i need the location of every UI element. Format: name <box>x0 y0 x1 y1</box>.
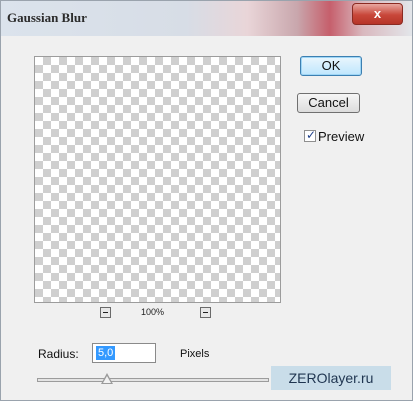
close-button[interactable]: x <box>352 3 403 25</box>
preview-label: Preview <box>318 129 365 144</box>
radius-unit-label: Pixels <box>180 348 210 360</box>
radius-label: Radius: <box>38 347 79 361</box>
title-bar[interactable]: Gaussian Blur x <box>1 1 412 36</box>
preview-canvas[interactable] <box>34 56 281 303</box>
watermark: ZEROlayer.ru <box>271 366 391 390</box>
checkmark-icon: ✓ <box>306 128 317 142</box>
close-icon: x <box>373 6 382 21</box>
ok-button[interactable]: OK <box>300 56 362 76</box>
radius-slider-track[interactable] <box>37 378 269 382</box>
cancel-button[interactable]: Cancel <box>297 93 360 113</box>
radius-input[interactable]: 5,0 <box>92 343 156 363</box>
gaussian-blur-dialog: Gaussian Blur x OK Cancel ✓ Preview 100%… <box>0 0 413 401</box>
window-title: Gaussian Blur <box>7 10 87 25</box>
radius-value: 5,0 <box>96 346 116 360</box>
zoom-level: 100% <box>141 307 165 317</box>
zoom-in-button[interactable] <box>200 307 211 318</box>
radius-slider-thumb[interactable] <box>101 373 113 384</box>
preview-checkbox[interactable]: ✓ <box>304 128 317 142</box>
zoom-out-button[interactable] <box>100 307 111 318</box>
